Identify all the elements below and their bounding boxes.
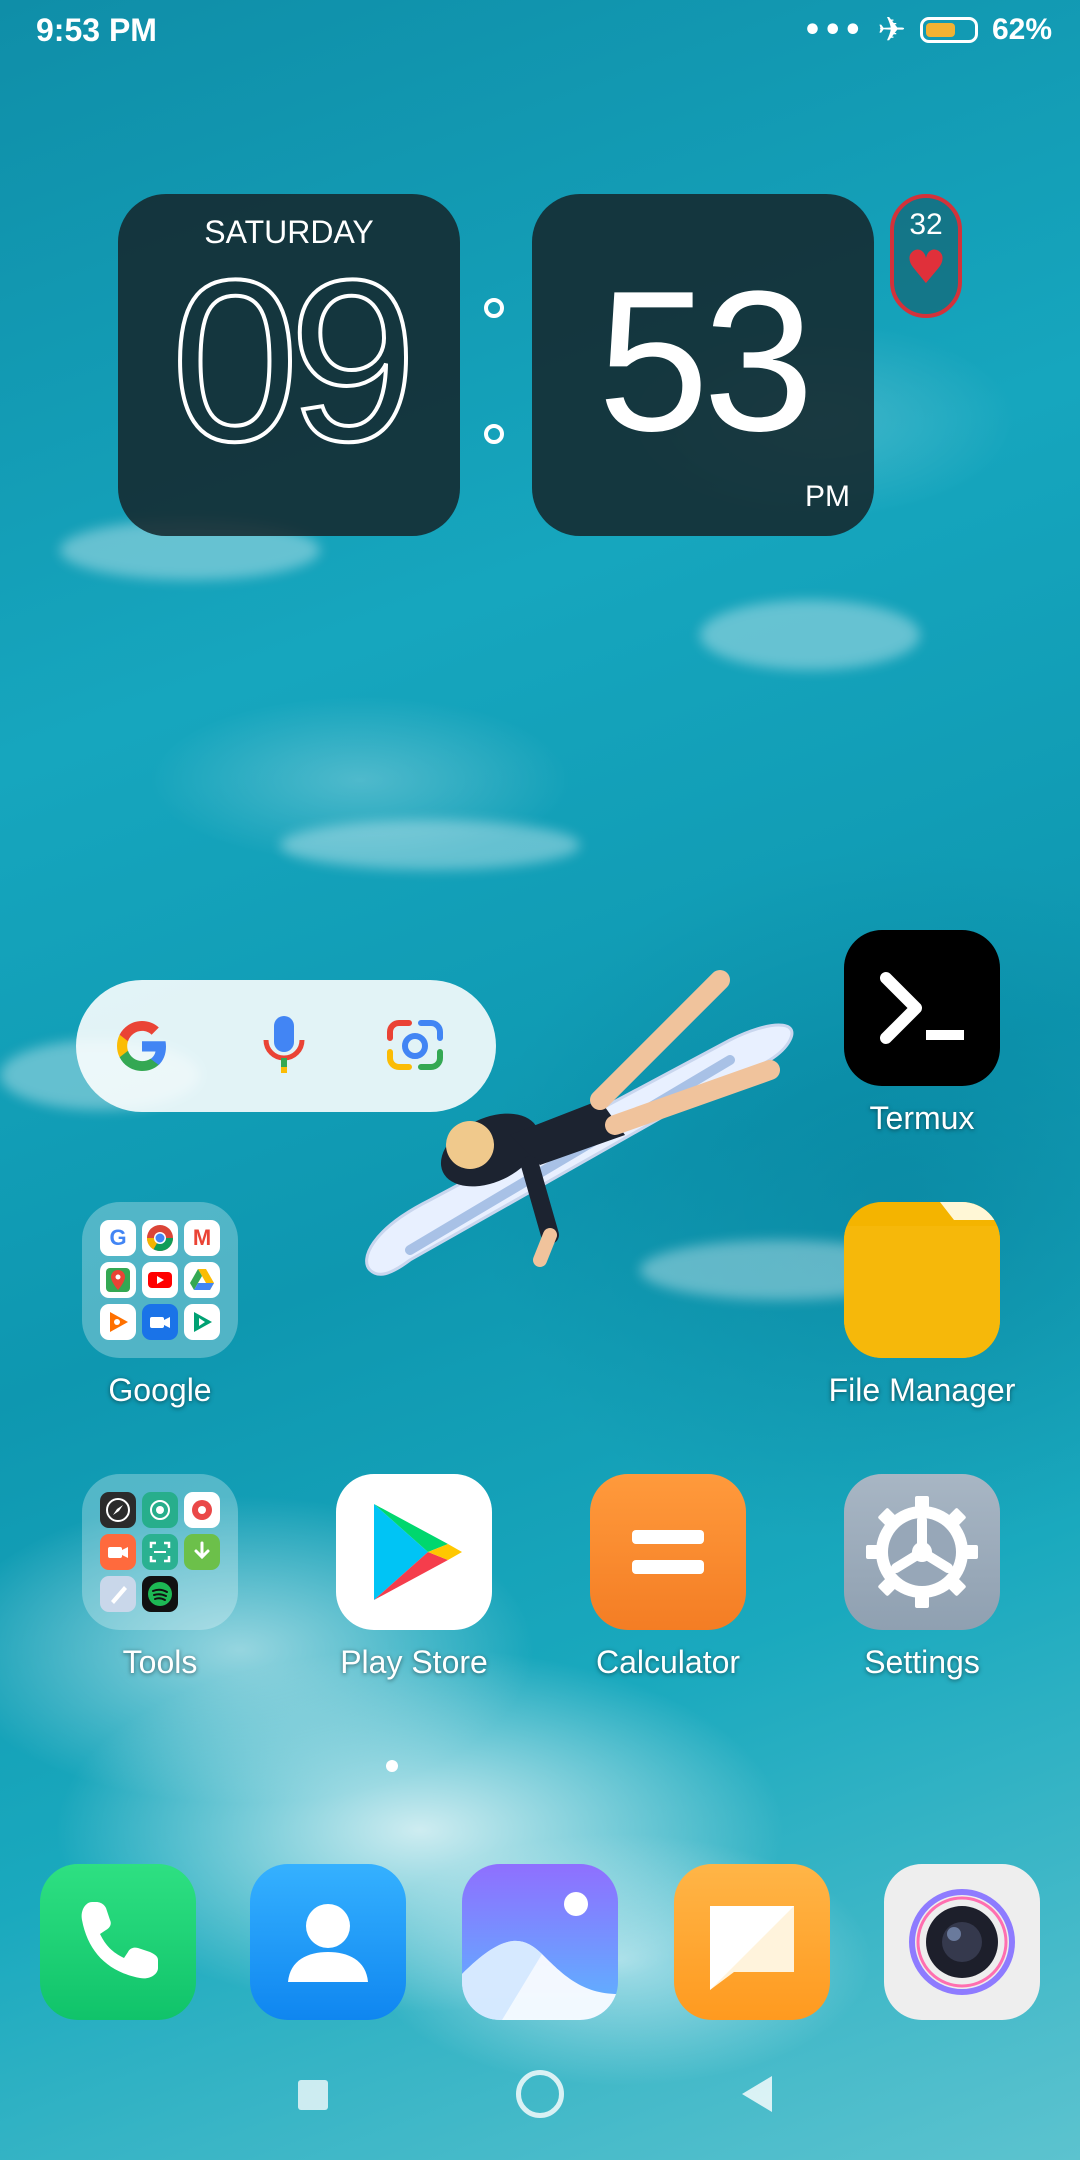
app-label: Settings xyxy=(864,1644,980,1680)
maps-icon xyxy=(100,1262,136,1298)
app-label: File Manager xyxy=(828,1372,1016,1408)
app-calculator[interactable]: Calculator xyxy=(568,1474,768,1681)
clock-hours: 09 xyxy=(169,232,419,489)
heart-count: 32 xyxy=(909,208,943,241)
status-time: 9:53 PM xyxy=(36,12,157,48)
back-button[interactable] xyxy=(742,2076,772,2112)
app-file-manager[interactable]: File Manager xyxy=(822,1202,1022,1409)
play-music-icon xyxy=(100,1304,136,1340)
app-settings[interactable]: Settings xyxy=(822,1474,1022,1681)
home-button[interactable] xyxy=(516,2070,564,2118)
clock-hours-widget[interactable]: SATURDAY 09 xyxy=(118,194,460,536)
messages-icon[interactable] xyxy=(674,1864,830,2020)
recents-button[interactable] xyxy=(298,2080,328,2110)
app-label: Play Store xyxy=(340,1644,488,1680)
recorder-icon xyxy=(184,1492,220,1528)
dock-phone[interactable] xyxy=(18,1864,218,2020)
play-store-icon[interactable] xyxy=(336,1474,492,1630)
calculator-bar-bottom xyxy=(632,1560,704,1574)
gmail-icon: M xyxy=(184,1220,220,1256)
play-movies-icon xyxy=(184,1304,220,1340)
tools-folder-icon[interactable] xyxy=(82,1474,238,1630)
wallpaper-foam xyxy=(280,820,580,870)
compass-icon xyxy=(100,1492,136,1528)
google-icon: G xyxy=(100,1220,136,1256)
clock-minutes-widget[interactable]: 53 PM xyxy=(532,194,874,536)
google-lens-icon[interactable] xyxy=(386,1018,444,1072)
status-icons: ••• ✈ 62% xyxy=(803,10,1052,50)
gear-icon[interactable] xyxy=(844,1474,1000,1630)
app-termux[interactable]: Termux xyxy=(822,930,1022,1137)
heart-widget[interactable]: 32 ♥ xyxy=(890,194,962,318)
status-bar: 9:53 PM ••• ✈ 62% xyxy=(0,0,1080,66)
drive-icon xyxy=(184,1262,220,1298)
contacts-icon[interactable] xyxy=(250,1864,406,2020)
app-label: Tools xyxy=(122,1644,198,1680)
downloads-icon xyxy=(184,1534,220,1570)
calculator-icon[interactable] xyxy=(590,1474,746,1630)
battery-fill xyxy=(925,23,955,37)
clock-ampm: PM xyxy=(805,480,850,513)
home-screen: 9:53 PM ••• ✈ 62% SATURDAY 09 53 PM 32 ♥ xyxy=(0,0,1080,2160)
youtube-icon xyxy=(142,1262,178,1298)
duo-icon xyxy=(142,1304,178,1340)
scanner-icon xyxy=(142,1534,178,1570)
app-label: Termux xyxy=(869,1100,975,1136)
dock-camera[interactable] xyxy=(862,1864,1062,2020)
folder-tools[interactable]: Tools xyxy=(60,1474,260,1681)
microphone-icon[interactable] xyxy=(262,1014,306,1076)
app-label: Google xyxy=(108,1372,212,1408)
google-folder-icon[interactable]: G M xyxy=(82,1202,238,1358)
clock-colon-top xyxy=(484,298,504,318)
page-indicator xyxy=(386,1760,398,1772)
gallery-icon[interactable] xyxy=(462,1864,618,2020)
google-search-widget[interactable] xyxy=(76,980,496,1112)
fm-radio-icon xyxy=(142,1492,178,1528)
clock-minutes: 53 xyxy=(597,250,814,473)
heart-icon: ♥ xyxy=(905,240,947,294)
terminal-icon[interactable] xyxy=(844,930,1000,1086)
wallpaper-foam xyxy=(700,600,920,670)
spotify-icon xyxy=(142,1576,178,1612)
folder-google[interactable]: G M Google xyxy=(60,1202,260,1409)
clock-colon-bottom xyxy=(484,424,504,444)
more-notifications-icon: ••• xyxy=(802,12,864,48)
battery-percent: 62% xyxy=(991,13,1052,46)
dock-messages[interactable] xyxy=(652,1864,852,2020)
calculator-bar-top xyxy=(632,1530,704,1544)
folder-icon[interactable] xyxy=(844,1202,1000,1358)
app-label: Calculator xyxy=(595,1644,741,1680)
dock-gallery[interactable] xyxy=(440,1864,640,2020)
app-play-store[interactable]: Play Store xyxy=(314,1474,514,1681)
notes-icon xyxy=(100,1576,136,1612)
screen-recorder-icon xyxy=(100,1534,136,1570)
phone-icon[interactable] xyxy=(40,1864,196,2020)
camera-icon[interactable] xyxy=(884,1864,1040,2020)
google-logo-icon[interactable] xyxy=(112,1016,172,1076)
dock-contacts[interactable] xyxy=(228,1864,428,2020)
battery-icon xyxy=(919,17,978,43)
airplane-icon: ✈ xyxy=(877,10,906,50)
chrome-icon xyxy=(142,1220,178,1256)
